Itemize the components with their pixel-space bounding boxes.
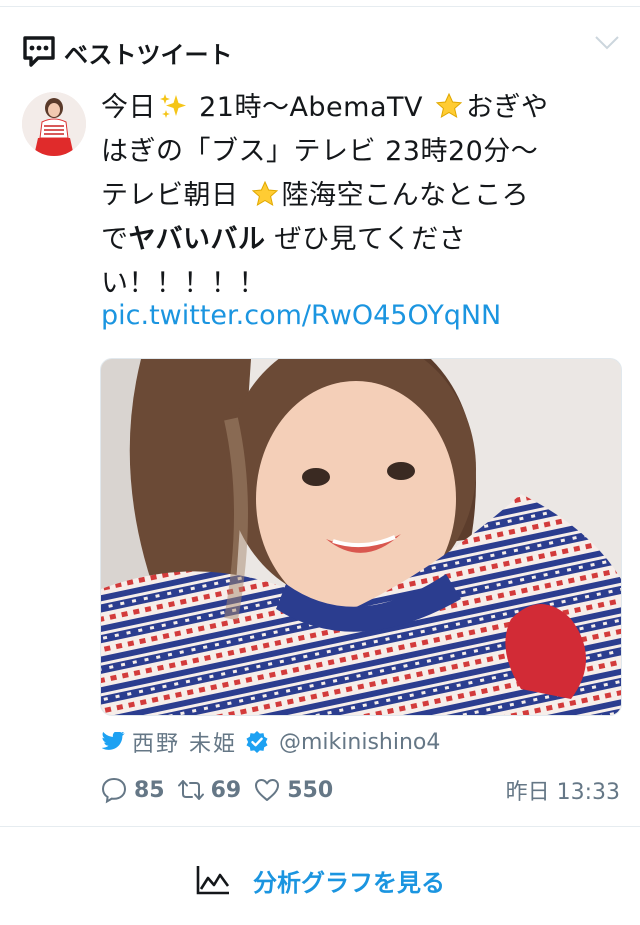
- tweet-line-3: テレビ朝日 陸海空こんなところ: [101, 174, 601, 218]
- tweet-timestamp[interactable]: 昨日 13:33: [506, 774, 620, 806]
- media-link[interactable]: pic.twitter.com/RwO45OYqNN: [101, 300, 501, 331]
- tweet-stats: 85 69 550 昨日 13:33: [100, 772, 620, 808]
- reply-count: 85: [134, 777, 165, 803]
- footer-divider: [0, 826, 640, 827]
- best-tweet-header: ベストツイート: [22, 32, 232, 72]
- retweet-button[interactable]: 69: [177, 776, 242, 804]
- like-count: 550: [287, 777, 334, 803]
- photo-image: [101, 359, 621, 715]
- retweet-icon: [177, 780, 204, 800]
- tweet-text: 今日 21時〜AbemaTV おぎや はぎの「ブス」テレビ 23時20分〜 テレ…: [101, 86, 601, 306]
- sparkles-icon: [160, 94, 186, 118]
- twitter-bird-icon: [102, 732, 125, 750]
- tweet-text-segment: 今日: [101, 92, 156, 123]
- avatar[interactable]: [22, 92, 86, 156]
- top-divider: [0, 6, 640, 7]
- tweet-text-segment: 21時〜AbemaTV: [190, 92, 433, 123]
- tweet-text-segment: 陸海空こんなところ: [281, 180, 530, 211]
- retweet-count: 69: [210, 777, 242, 803]
- tweet-line-4: でヤバいバル ぜひ見てくださ: [101, 218, 601, 262]
- tweet-line-1: 今日 21時〜AbemaTV おぎや: [101, 86, 601, 130]
- heart-icon: [255, 779, 280, 801]
- chevron-down-icon[interactable]: [594, 34, 620, 52]
- tweet-text-segment: で: [101, 224, 129, 255]
- view-analytics-button[interactable]: 分析グラフを見る: [0, 856, 640, 904]
- tweet-text-segment: テレビ朝日: [101, 180, 248, 211]
- tweet-text-segment: おぎや: [466, 92, 549, 123]
- quoted-author[interactable]: 西野 未姫 @mikinishino4: [102, 726, 440, 758]
- author-handle: @mikinishino4: [279, 729, 441, 755]
- tweet-text-segment: ぜひ見てくださ: [265, 224, 467, 255]
- tweet-photo[interactable]: [100, 358, 622, 716]
- best-tweet-title: ベストツイート: [64, 40, 233, 69]
- avatar-image: [22, 92, 86, 156]
- verified-badge-icon: [246, 731, 268, 753]
- tweet-line-2: はぎの「ブス」テレビ 23時20分〜: [101, 136, 539, 167]
- tweet-bold-text: ヤバいバル: [128, 224, 266, 255]
- like-button[interactable]: 550: [253, 776, 333, 804]
- author-name: 西野 未姫: [132, 732, 237, 757]
- reply-button[interactable]: 85: [100, 776, 165, 804]
- analytics-label: 分析グラフを見る: [253, 868, 445, 897]
- analytics-chart-icon: [196, 866, 230, 895]
- star-icon: [435, 92, 463, 119]
- reply-icon: [101, 777, 127, 804]
- star-icon: [251, 180, 278, 207]
- speech-bubble-icon: [23, 36, 55, 67]
